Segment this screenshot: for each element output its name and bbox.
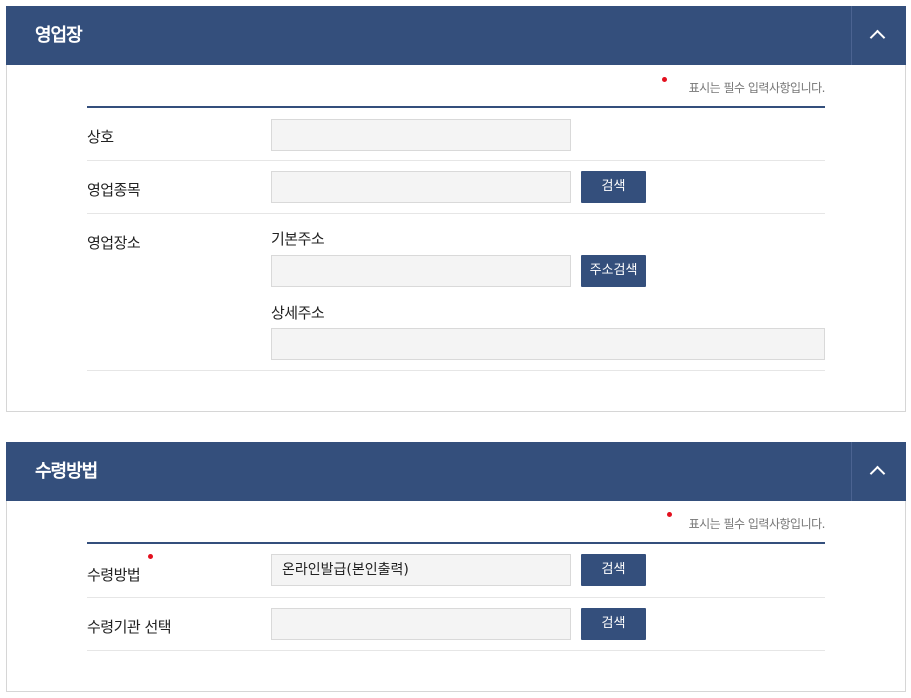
section-header: 영업장 [6,6,906,65]
business-type-input[interactable] [271,171,571,203]
business-place-section: 영업장 표시는 필수 입력사항입니다. 상호 영업종목 검색 영업장소 기본주소 [6,6,906,412]
required-marker-icon [662,77,667,82]
business-place-form: 상호 영업종목 검색 영업장소 기본주소 주소검색 상세주소 [87,106,825,371]
required-marker-icon [667,512,672,517]
receive-method-search-button[interactable]: 검색 [581,554,646,586]
business-type-label: 영업종목 [87,181,141,199]
chevron-up-icon [869,465,886,482]
section-title: 영업장 [35,25,83,46]
receive-method-input[interactable]: 온라인발급(본인출력) [271,554,571,586]
trade-name-label: 상호 [87,128,114,146]
detail-address-label: 상세주소 [271,304,325,322]
address-search-button[interactable]: 주소검색 [581,255,646,287]
business-place-label: 영업장소 [87,234,141,252]
basic-address-label: 기본주소 [271,230,325,248]
section-title: 수령방법 [35,461,98,482]
form-row-business-place: 영업장소 기본주소 주소검색 상세주소 [87,214,825,371]
receive-agency-search-button[interactable]: 검색 [581,608,646,640]
receive-method-label: 수령방법 [87,566,141,584]
required-marker-icon [148,554,153,559]
required-note: 표시는 필수 입력사항입니다. [688,517,826,531]
collapse-toggle-button[interactable] [851,6,906,65]
form-row-business-type: 영업종목 검색 [87,161,825,214]
business-type-search-button[interactable]: 검색 [581,171,646,203]
receive-method-section: 수령방법 표시는 필수 입력사항입니다. 수령방법 온라인발급(본인출력) 검색… [6,442,906,692]
form-row-trade-name: 상호 [87,108,825,161]
receive-agency-label: 수령기관 선택 [87,618,172,636]
receive-agency-input[interactable] [271,608,571,640]
section-header: 수령방법 [6,442,906,501]
chevron-up-icon [869,29,886,46]
required-note: 표시는 필수 입력사항입니다. [688,81,826,95]
trade-name-input[interactable] [271,119,571,151]
detail-address-input[interactable] [271,328,825,360]
receive-method-form: 수령방법 온라인발급(본인출력) 검색 수령기관 선택 검색 [87,542,825,651]
basic-address-input[interactable] [271,255,571,287]
form-row-receive-agency: 수령기관 선택 검색 [87,598,825,651]
collapse-toggle-button[interactable] [851,442,906,501]
form-row-receive-method: 수령방법 온라인발급(본인출력) 검색 [87,544,825,598]
